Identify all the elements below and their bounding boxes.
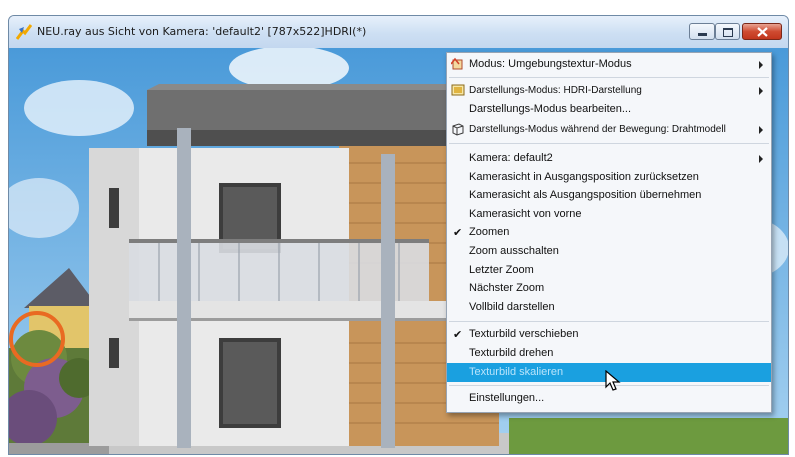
menu-item-mode[interactable]: Modus: Umgebungstextur-Modus (447, 55, 771, 74)
maximize-icon (723, 28, 733, 37)
menu-item-label: Texturbild verschieben (469, 328, 579, 340)
submenu-arrow-icon (759, 126, 763, 134)
menu-item-zoom-off[interactable]: Zoom ausschalten (447, 242, 771, 261)
menu-item-set-start-camera[interactable]: Kamerasicht als Ausgangsposition überneh… (447, 186, 771, 205)
menu-item-label: Modus: Umgebungstextur-Modus (469, 58, 632, 70)
menu-item-move-texture[interactable]: ✔ Texturbild verschieben (447, 325, 771, 344)
title-bar[interactable]: NEU.ray aus Sicht von Kamera: 'default2'… (9, 16, 788, 48)
menu-item-label: Kamerasicht in Ausgangsposition zurückse… (469, 171, 699, 183)
minimize-button[interactable] (689, 23, 715, 40)
menu-item-edit-render-mode[interactable]: Darstellungs-Modus bearbeiten... (447, 100, 771, 119)
checkmark-icon: ✔ (453, 227, 463, 239)
menu-item-zoom[interactable]: ✔ Zoomen (447, 223, 771, 242)
close-icon (757, 27, 768, 37)
menu-item-label: Nächster Zoom (469, 282, 545, 294)
menu-item-camera[interactable]: Kamera: default2 (447, 149, 771, 168)
render-mode-icon (451, 84, 465, 96)
menu-item-label: Einstellungen... (469, 392, 545, 404)
menu-item-label: Kamera: default2 (469, 152, 553, 164)
menu-item-reset-camera[interactable]: Kamerasicht in Ausgangsposition zurückse… (447, 168, 771, 187)
menu-item-label: Vollbild darstellen (469, 301, 555, 313)
wireframe-icon (452, 123, 464, 136)
texture-mode-icon (451, 57, 463, 70)
menu-item-label: Zoomen (469, 226, 510, 238)
maximize-button[interactable] (715, 23, 740, 40)
menu-item-rotate-texture[interactable]: Texturbild drehen (447, 344, 771, 363)
menu-item-label: Zoom ausschalten (469, 245, 559, 257)
menu-item-front-view[interactable]: Kamerasicht von vorne (447, 205, 771, 224)
window-title: NEU.ray aus Sicht von Kamera: 'default2'… (37, 25, 367, 38)
submenu-arrow-icon (759, 155, 763, 163)
menu-item-fullscreen[interactable]: Vollbild darstellen (447, 298, 771, 317)
app-logo-icon (16, 24, 32, 40)
menu-item-label: Kamerasicht als Ausgangsposition überneh… (469, 189, 702, 201)
submenu-arrow-icon (759, 61, 763, 69)
context-menu: Modus: Umgebungstextur-Modus Darstellung… (446, 52, 772, 413)
menu-item-label: Darstellungs-Modus bearbeiten... (469, 103, 632, 115)
menu-item-label: Darstellungs-Modus während der Bewegung:… (469, 124, 726, 135)
menu-item-motion-render-mode[interactable]: Darstellungs-Modus während der Bewegung:… (447, 120, 771, 139)
submenu-arrow-icon (759, 87, 763, 95)
menu-separator (449, 321, 769, 322)
menu-item-label: Kamerasicht von vorne (469, 208, 582, 220)
close-button[interactable] (742, 23, 782, 40)
menu-item-label: Darstellungs-Modus: HDRI-Darstellung (469, 85, 642, 96)
menu-item-render-mode[interactable]: Darstellungs-Modus: HDRI-Darstellung (447, 81, 771, 100)
mouse-pointer-icon (605, 370, 621, 391)
menu-item-last-zoom[interactable]: Letzter Zoom (447, 261, 771, 280)
checkmark-icon: ✔ (453, 329, 463, 341)
menu-separator (449, 77, 769, 78)
minimize-icon (698, 33, 707, 36)
menu-item-label: Letzter Zoom (469, 264, 534, 276)
highlight-circle (9, 311, 65, 367)
menu-item-label: Texturbild skalieren (469, 366, 564, 378)
menu-separator (449, 143, 769, 144)
menu-item-label: Texturbild drehen (469, 347, 554, 359)
menu-item-next-zoom[interactable]: Nächster Zoom (447, 279, 771, 298)
